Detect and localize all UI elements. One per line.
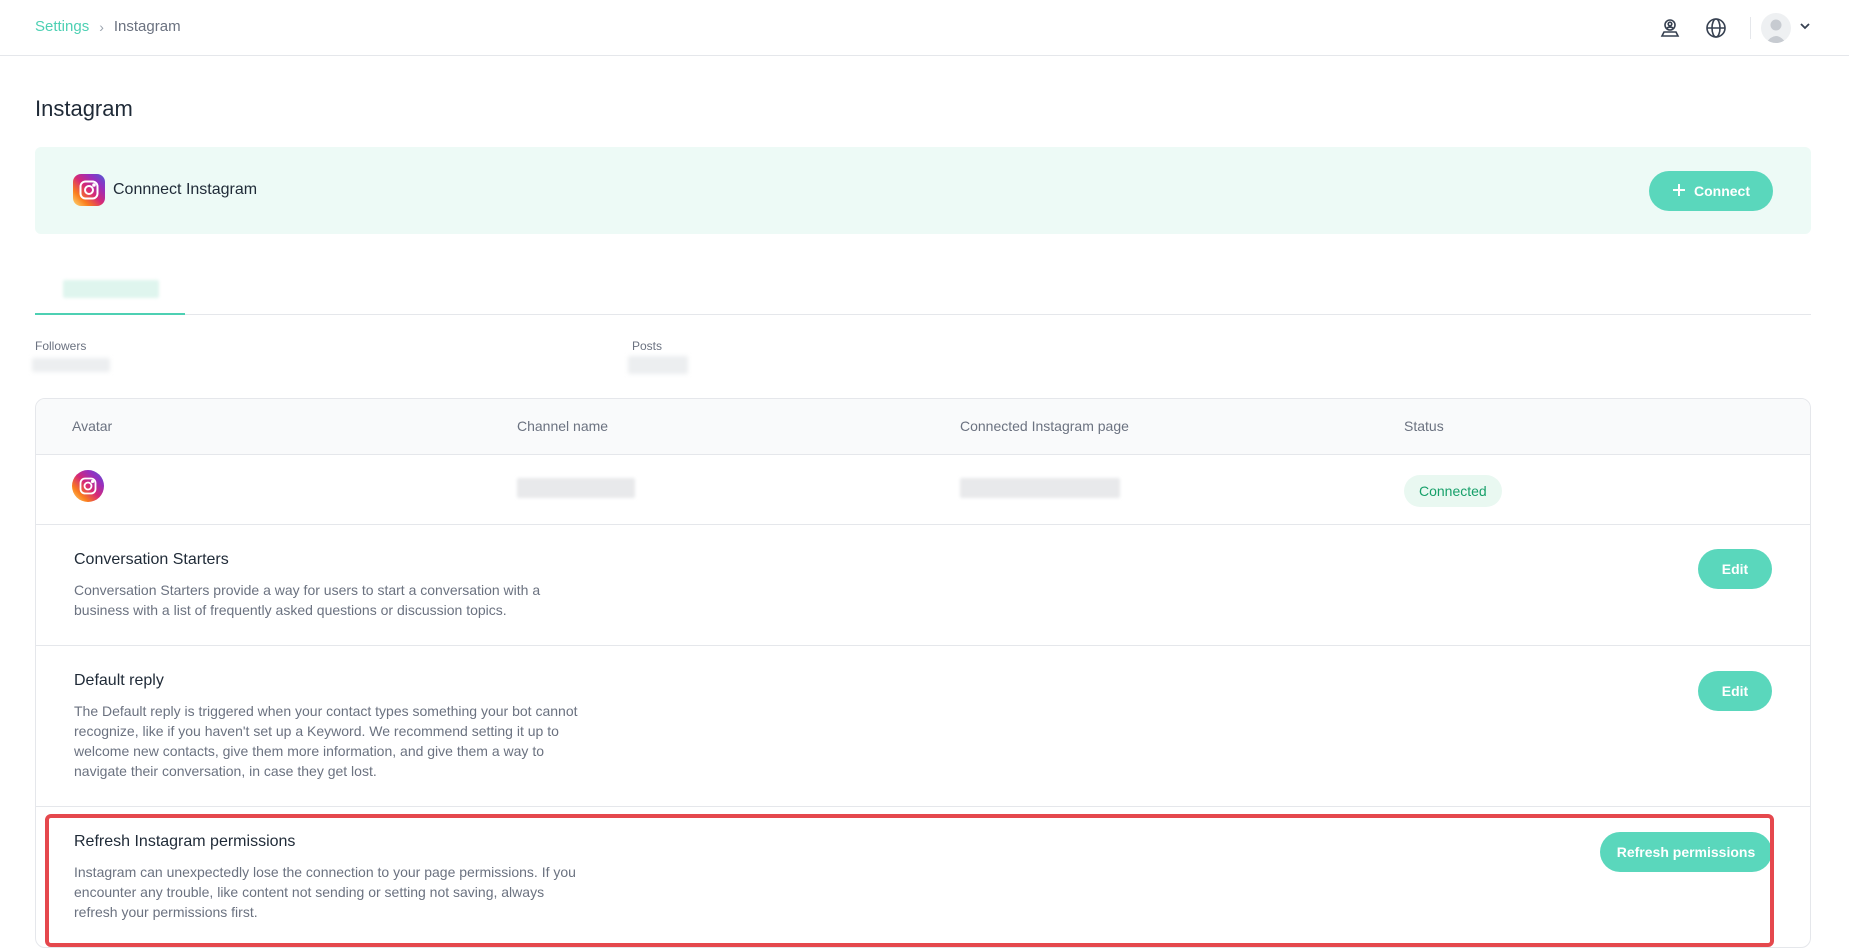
default-reply-edit-button[interactable]: Edit xyxy=(1698,671,1772,711)
conversation-starters-description: Conversation Starters provide a way for … xyxy=(74,582,541,618)
refresh-permissions-description: Instagram can unexpectedly lose the conn… xyxy=(74,864,576,920)
top-bar: Settings › Instagram xyxy=(0,0,1849,56)
connected-page-blurred xyxy=(960,478,1120,498)
avatar-icon xyxy=(1761,13,1791,43)
refresh-permissions-section: Refresh Instagram permissions Instagram … xyxy=(36,807,1810,947)
breadcrumb-separator: › xyxy=(99,18,104,35)
plus-icon xyxy=(1672,183,1686,200)
default-reply-section: Default reply The Default reply is trigg… xyxy=(36,646,1810,807)
connect-button[interactable]: Connect xyxy=(1649,171,1773,211)
conversation-starters-section: Conversation Starters Conversation Start… xyxy=(36,525,1810,646)
followers-value-blurred xyxy=(32,358,110,372)
default-reply-title: Default reply xyxy=(74,672,164,689)
user-location-icon[interactable] xyxy=(1654,12,1686,44)
conversation-starters-edit-button[interactable]: Edit xyxy=(1698,549,1772,589)
column-header-status: Status xyxy=(1404,418,1444,434)
tab-account[interactable] xyxy=(35,268,185,315)
column-header-connected-page: Connected Instagram page xyxy=(960,418,1129,434)
blurred-tab-label xyxy=(63,280,159,298)
header-actions xyxy=(1640,12,1811,44)
instagram-logo-icon xyxy=(73,174,105,206)
connect-instagram-label: Connnect Instagram xyxy=(113,181,258,198)
account-tabs xyxy=(35,268,1811,315)
table-header: Avatar Channel name Connected Instagram … xyxy=(36,399,1810,455)
channel-name-blurred xyxy=(517,478,635,498)
refresh-permissions-title: Refresh Instagram permissions xyxy=(74,833,296,850)
breadcrumb-settings-link[interactable]: Settings xyxy=(35,18,89,35)
breadcrumb-current: Instagram xyxy=(113,18,181,35)
connect-button-label: Connect xyxy=(1694,183,1750,199)
header-divider xyxy=(1750,17,1751,39)
table-row: Connected xyxy=(36,455,1810,525)
column-header-avatar: Avatar xyxy=(72,418,113,434)
chevron-down-icon xyxy=(1799,19,1811,37)
refresh-permissions-button[interactable]: Refresh permissions xyxy=(1600,832,1772,872)
connect-instagram-banner: Connnect Instagram Connect xyxy=(35,147,1811,234)
column-header-channel-name: Channel name xyxy=(517,418,609,434)
followers-label: Followers xyxy=(35,339,87,353)
globe-icon[interactable] xyxy=(1700,12,1732,44)
status-badge: Connected xyxy=(1404,475,1502,507)
instagram-avatar-icon xyxy=(72,470,104,502)
user-menu[interactable] xyxy=(1761,13,1811,43)
posts-label: Posts xyxy=(632,339,663,353)
default-reply-description: The Default reply is triggered when your… xyxy=(74,703,578,779)
page-title: Instagram xyxy=(35,96,133,121)
posts-value-blurred xyxy=(628,356,688,374)
breadcrumb: Settings › Instagram xyxy=(35,18,181,35)
instagram-channels-table: Avatar Channel name Connected Instagram … xyxy=(35,398,1811,948)
conversation-starters-title: Conversation Starters xyxy=(74,551,229,568)
